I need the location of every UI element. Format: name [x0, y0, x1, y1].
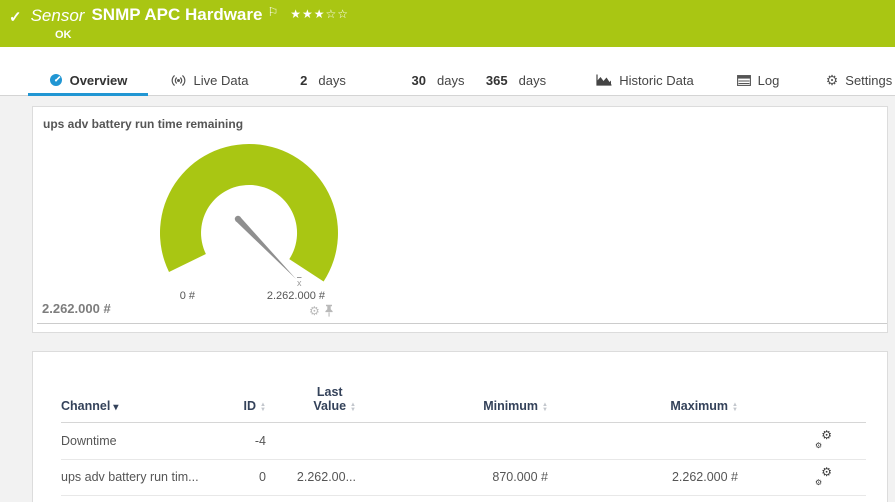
tab-settings[interactable]: ⚙ Settings	[824, 65, 894, 95]
stars-filled[interactable]: ★★★	[290, 7, 325, 21]
column-header-last-value[interactable]: Last Value ▲▼	[266, 352, 356, 422]
channels-table: Channel▾ ID▲▼ Last Value▲▼ Minimum▲▼ Max…	[61, 352, 866, 496]
tab-live-data-label: Live Data	[194, 73, 249, 88]
channel-last-value-cell: 2.262.00...	[266, 459, 356, 495]
tab-365-days-label: days	[519, 73, 546, 88]
tab-settings-label: Settings	[845, 73, 892, 88]
sort-icon: ▲▼	[542, 403, 548, 413]
channel-settings-gears-icon[interactable]: ⚙⚙	[815, 431, 832, 447]
sort-desc-icon: ▾	[113, 402, 118, 413]
column-header-channel[interactable]: Channel▾	[61, 352, 206, 422]
sensor-status-banner: ✓ Sensor SNMP APC Hardware ⚐ ★★★☆☆ OK	[0, 0, 895, 47]
channel-maximum-cell	[548, 422, 738, 459]
gauge-icon	[49, 73, 63, 87]
gauge-arc	[160, 144, 338, 282]
sensor-title: SNMP APC Hardware	[91, 5, 262, 25]
star-rating[interactable]: ★★★☆☆	[290, 7, 349, 21]
tab-bar: Overview Live Data 2 days 30 days 365 da…	[0, 47, 895, 96]
gear-icon: ⚙	[826, 73, 839, 87]
tab-historic-data[interactable]: Historic Data	[588, 65, 702, 95]
sort-icon: ▲▼	[260, 403, 266, 413]
channel-maximum-cell: 2.262.000 #	[548, 459, 738, 495]
channel-header-label: Channel	[61, 399, 110, 413]
status-check-icon: ✓	[9, 8, 22, 26]
channel-settings-gears-icon[interactable]: ⚙⚙	[815, 468, 832, 484]
gauge-widget-divider	[37, 323, 887, 324]
tab-30-days-label: days	[437, 73, 464, 88]
tab-historic-data-label: Historic Data	[619, 73, 693, 88]
channel-last-value-cell	[266, 422, 356, 459]
gauge-needle	[235, 216, 296, 279]
channel-id-cell: -4	[206, 422, 266, 459]
channel-id-cell: 0	[206, 459, 266, 495]
tab-overview[interactable]: Overview	[28, 65, 148, 95]
table-row[interactable]: ups adv battery run tim... 0 2.262.00...…	[61, 459, 866, 495]
flag-icon[interactable]: ⚐	[267, 5, 278, 19]
tab-log-label: Log	[758, 73, 780, 88]
tab-365-days-number: 365	[486, 73, 508, 88]
channel-minimum-cell: 870.000 #	[356, 459, 548, 495]
gauge-panel: ups adv battery run time remaining x 0 #…	[32, 106, 888, 333]
sort-icon: ▲▼	[350, 403, 356, 413]
tab-30-days-number: 30	[412, 73, 426, 88]
maximum-header-label: Maximum	[670, 399, 728, 413]
widget-gear-icon[interactable]: ⚙	[309, 305, 320, 317]
column-header-settings	[738, 352, 866, 422]
column-header-id[interactable]: ID▲▼	[206, 352, 266, 422]
table-header-row: Channel▾ ID▲▼ Last Value▲▼ Minimum▲▼ Max…	[61, 352, 866, 422]
tab-365-days[interactable]: 365 days	[484, 65, 548, 95]
tab-live-data[interactable]: Live Data	[163, 65, 255, 95]
stars-empty[interactable]: ☆☆	[326, 7, 350, 21]
gauge-min-label: 0 #	[151, 290, 195, 302]
sort-icon: ▲▼	[732, 403, 738, 413]
channel-name-cell: Downtime	[61, 422, 206, 459]
gauge-max-label: 2.262.000 #	[253, 290, 325, 302]
tab-2-days[interactable]: 2 days	[298, 65, 348, 95]
gauge-current-value: 2.262.000 #	[42, 301, 111, 316]
status-text: OK	[55, 29, 72, 41]
tab-2-days-number: 2	[300, 73, 307, 88]
minimum-header-label: Minimum	[483, 399, 538, 413]
gauge-average-marker: x	[297, 278, 302, 288]
tab-overview-label: Overview	[70, 73, 128, 88]
tab-30-days[interactable]: 30 days	[410, 65, 466, 95]
last-value-header-line2: Value	[313, 399, 346, 413]
tab-log[interactable]: Log	[733, 65, 783, 95]
id-header-label: ID	[244, 399, 257, 413]
gauge-chart	[33, 107, 463, 323]
log-list-icon	[737, 75, 751, 86]
broadcast-icon	[170, 74, 187, 87]
last-value-header-line1: Last	[317, 385, 343, 399]
table-row[interactable]: Downtime -4 ⚙⚙	[61, 422, 866, 459]
channels-panel: Channel▾ ID▲▼ Last Value▲▼ Minimum▲▼ Max…	[32, 351, 888, 502]
pin-icon[interactable]	[324, 304, 334, 317]
tab-2-days-label: days	[318, 73, 345, 88]
channel-name-cell: ups adv battery run tim...	[61, 459, 206, 495]
sensor-type-label: Sensor	[31, 6, 85, 26]
column-header-minimum[interactable]: Minimum ▲▼	[356, 352, 548, 422]
area-chart-icon	[596, 74, 612, 86]
channel-minimum-cell	[356, 422, 548, 459]
column-header-maximum[interactable]: Maximum ▲▼	[548, 352, 738, 422]
